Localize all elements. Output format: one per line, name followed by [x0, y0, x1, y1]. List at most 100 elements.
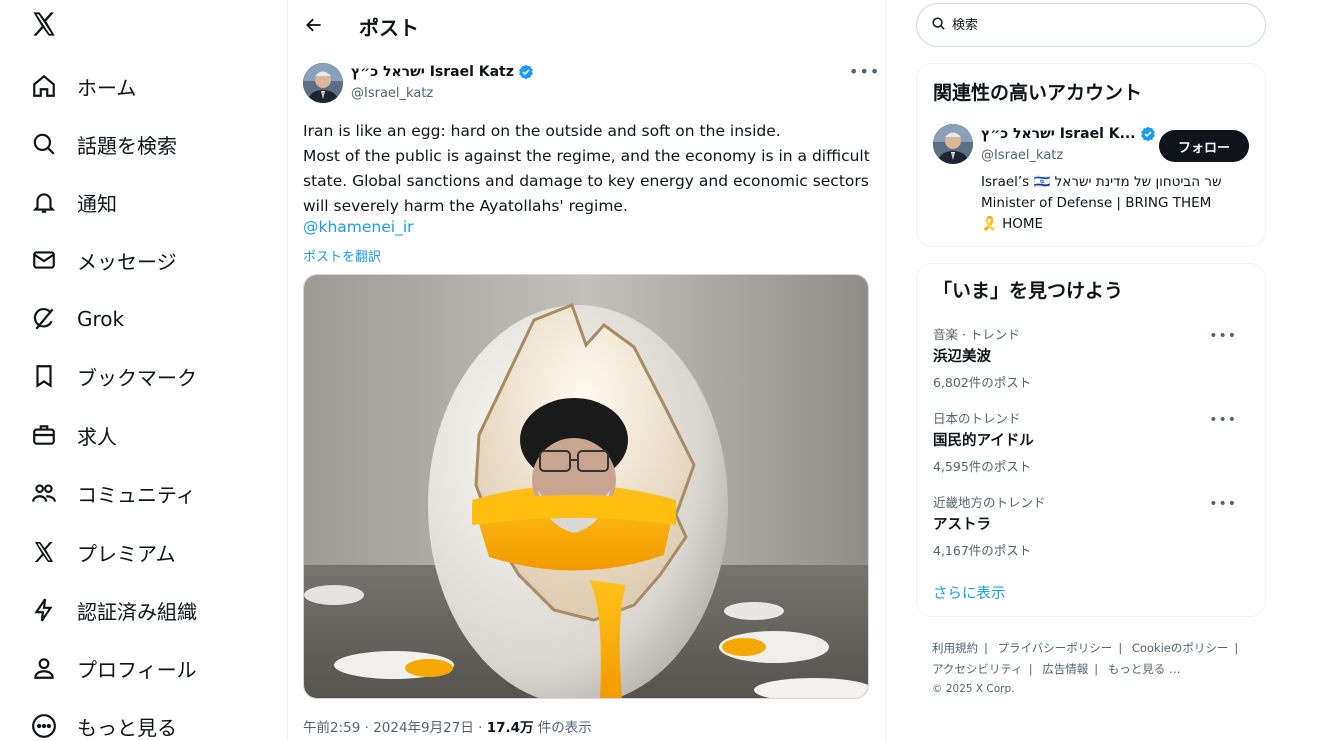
- trends-card: 「いま」を見つけよう 音楽 · トレンド 浜辺美波 6,802件のポスト •••…: [916, 263, 1266, 617]
- page-title: ポスト: [359, 16, 419, 40]
- account-name-line[interactable]: ישראל כ״ץ Israel K...: [981, 126, 1156, 142]
- post-text-line: state. Global sanctions and damage to ke…: [303, 172, 869, 190]
- footer-link-privacy[interactable]: プライバシーポリシー: [998, 641, 1113, 655]
- back-arrow-icon[interactable]: [301, 12, 327, 38]
- author-name-line[interactable]: ישראל כ״ץ Israel Katz: [351, 64, 534, 80]
- trend-category: 日本のトレンド: [933, 411, 1021, 426]
- trend-more-icon[interactable]: •••: [1209, 496, 1237, 512]
- bio-line: 🎗️ HOME: [981, 216, 1044, 232]
- nav-profile-label: プロフィール: [77, 657, 197, 682]
- nav-profile[interactable]: プロフィール: [30, 648, 197, 688]
- post-text-line: will severely harm the Ayatollahs' regim…: [303, 197, 628, 215]
- person-icon: [30, 654, 58, 682]
- nav-more[interactable]: もっと見る: [30, 706, 177, 741]
- post-text-line: Iran is like an egg: hard on the outside…: [303, 122, 781, 140]
- trend-category: 近畿地方のトレンド: [933, 495, 1046, 510]
- trend-name: アストラ: [933, 517, 991, 533]
- trend-more-icon[interactable]: •••: [1209, 328, 1237, 344]
- post-views-count: 17.4万: [486, 720, 534, 736]
- trend-count: 6,802件のポスト: [933, 375, 1032, 390]
- footer-separator: |: [1234, 641, 1239, 655]
- search-input[interactable]: [952, 17, 1232, 33]
- post-text-line: Most of the public is against the regime…: [303, 147, 870, 165]
- communities-icon: [30, 479, 58, 507]
- relevant-accounts-title: 関連性の高いアカウント: [933, 82, 1143, 104]
- more-options-icon[interactable]: •••: [849, 62, 879, 82]
- author-name: ישראל כ״ץ Israel Katz: [351, 64, 514, 80]
- post-detail-column: ポスト ישראל כ״ץ Israel Katz @Israel_katz •…: [287, 0, 885, 741]
- mail-icon: [30, 246, 58, 274]
- divider-right: [885, 0, 886, 741]
- x-premium-icon: [30, 538, 58, 566]
- nav-notifications-label: 通知: [77, 191, 117, 216]
- nav-jobs-label: 求人: [77, 424, 117, 449]
- copyright: © 2025 X Corp.: [932, 683, 1015, 695]
- nav-grok-label: Grok: [77, 307, 125, 331]
- verified-badge-icon: [518, 64, 534, 80]
- post-header: ポスト: [287, 0, 885, 52]
- footer-link-ads[interactable]: 広告情報: [1042, 662, 1088, 676]
- trend-category: 音楽 · トレンド: [933, 327, 1020, 342]
- nav-grok[interactable]: Grok: [30, 299, 124, 339]
- show-more-link[interactable]: さらに表示: [933, 582, 1006, 603]
- search-bar[interactable]: [916, 3, 1266, 47]
- bio-line: Minister of Defense | BRING THEM: [981, 195, 1212, 211]
- nav-premium[interactable]: プレミアム: [30, 532, 176, 572]
- nav-home-label: ホーム: [77, 75, 137, 100]
- verified-badge-icon: [1140, 126, 1156, 142]
- trend-name: 国民的アイドル: [933, 433, 1034, 449]
- trend-more-icon[interactable]: •••: [1209, 412, 1237, 428]
- briefcase-icon: [30, 421, 58, 449]
- bio-line: Israel’s 🇮🇱 שר הביטחון של מדינת ישראל: [981, 174, 1222, 190]
- nav-home[interactable]: ホーム: [30, 66, 136, 106]
- mention-link[interactable]: @khamenei_ir: [303, 218, 414, 236]
- trends-title: 「いま」を見つけよう: [933, 280, 1124, 302]
- footer-link-cookies[interactable]: Cookieのポリシー: [1132, 641, 1229, 655]
- post-timestamp[interactable]: 午前2:59 · 2024年9月27日 ·: [303, 720, 487, 736]
- post-text: Iran is like an egg: hard on the outside…: [303, 119, 870, 219]
- nav-communities[interactable]: コミュニティ: [30, 473, 196, 513]
- nav-bookmarks[interactable]: ブックマーク: [30, 356, 197, 396]
- nav-verified-orgs-label: 認証済み組織: [77, 599, 197, 624]
- x-logo-icon[interactable]: [30, 10, 60, 40]
- post-meta: 午前2:59 · 2024年9月27日 · 17.4万 件の表示: [303, 716, 592, 736]
- author-avatar[interactable]: [303, 63, 343, 103]
- trend-item[interactable]: 近畿地方のトレンド アストラ 4,167件のポスト •••: [933, 492, 1253, 559]
- footer-link-accessibility[interactable]: アクセシビリティ: [932, 662, 1023, 676]
- right-sidebar: 関連性の高いアカウント ישראל כ״ץ Israel K... @Israe…: [900, 0, 1318, 741]
- footer-links: 利用規約 | プライバシーポリシー | Cookieのポリシー | アクセシビリティ |…: [932, 638, 1262, 698]
- bell-icon: [30, 188, 58, 216]
- account-handle[interactable]: @Israel_katz: [981, 148, 1063, 163]
- trend-item[interactable]: 日本のトレンド 国民的アイドル 4,595件のポスト •••: [933, 408, 1253, 475]
- nav-messages[interactable]: メッセージ: [30, 240, 177, 280]
- footer-separator: |: [1094, 662, 1099, 676]
- translate-post-link[interactable]: ポストを翻訳: [303, 246, 381, 265]
- account-avatar[interactable]: [933, 124, 973, 164]
- follow-button[interactable]: フォロー: [1159, 130, 1249, 162]
- lightning-icon: [30, 596, 58, 624]
- home-icon: [30, 72, 58, 100]
- nav-explore[interactable]: 話題を検索: [30, 124, 177, 164]
- trend-item[interactable]: 音楽 · トレンド 浜辺美波 6,802件のポスト •••: [933, 324, 1253, 391]
- footer-link-more[interactable]: もっと見る …: [1108, 662, 1181, 676]
- trend-count: 4,167件のポスト: [933, 543, 1032, 558]
- trend-count: 4,595件のポスト: [933, 459, 1032, 474]
- trend-name: 浜辺美波: [933, 349, 991, 365]
- left-navigation: ホーム 話題を検索 通知 メッセージ Grok ブックマーク 求人 コミュニティ…: [0, 0, 287, 741]
- relevant-accounts-card: 関連性の高いアカウント ישראל כ״ץ Israel K... @Israe…: [916, 63, 1266, 247]
- nav-verified-orgs[interactable]: 認証済み組織: [30, 590, 197, 630]
- account-bio: Israel’s 🇮🇱 שר הביטחון של מדינת ישראל Mi…: [981, 172, 1257, 235]
- bookmark-icon: [30, 362, 58, 390]
- post-views-suffix: 件の表示: [533, 720, 592, 736]
- footer-separator: |: [1118, 641, 1123, 655]
- nav-communities-label: コミュニティ: [77, 482, 196, 507]
- nav-notifications[interactable]: 通知: [30, 182, 117, 222]
- author-handle[interactable]: @Israel_katz: [351, 86, 433, 101]
- nav-bookmarks-label: ブックマーク: [77, 365, 197, 390]
- nav-jobs[interactable]: 求人: [30, 415, 117, 455]
- nav-premium-label: プレミアム: [77, 541, 176, 566]
- footer-link-terms[interactable]: 利用規約: [932, 641, 978, 655]
- nav-explore-label: 話題を検索: [77, 133, 177, 158]
- search-icon: [30, 130, 58, 158]
- post-image[interactable]: [303, 274, 869, 699]
